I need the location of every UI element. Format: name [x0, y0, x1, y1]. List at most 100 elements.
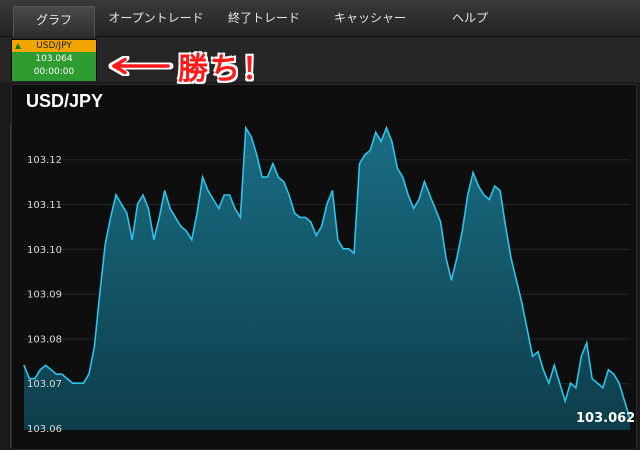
price-point — [342, 248, 344, 250]
price-point — [223, 194, 225, 196]
price-point — [423, 181, 425, 183]
price-point — [110, 216, 112, 218]
y-tick-label: 103.07 — [27, 379, 62, 390]
price-point — [39, 369, 41, 371]
price-point — [34, 378, 36, 380]
price-point — [28, 378, 30, 380]
price-point — [348, 248, 350, 250]
price-point — [369, 149, 371, 151]
y-tick-label: 103.06 — [27, 424, 62, 435]
y-tick-label: 103.09 — [27, 290, 62, 301]
price-point — [375, 131, 377, 133]
price-point — [575, 387, 577, 389]
price-point — [472, 172, 474, 174]
price-point — [82, 382, 85, 384]
price-point — [158, 216, 160, 218]
price-point — [229, 194, 231, 196]
price-point — [591, 378, 593, 380]
price-point — [445, 257, 447, 259]
price-point — [580, 355, 582, 357]
price-point — [569, 382, 572, 384]
price-point — [66, 378, 68, 380]
price-point — [104, 243, 106, 245]
price-point — [212, 198, 214, 201]
price-point — [272, 163, 274, 165]
price-point — [542, 369, 545, 371]
price-point — [304, 216, 306, 218]
price-point — [315, 234, 317, 236]
y-tick-label: 103.10 — [27, 245, 62, 256]
price-point — [548, 382, 550, 384]
price-point — [72, 382, 74, 384]
price-point — [467, 194, 469, 196]
price-point — [277, 176, 279, 178]
price-point — [245, 127, 247, 129]
price-point — [239, 216, 241, 218]
last-price-label: 103.062 — [576, 411, 635, 426]
price-point — [185, 230, 187, 232]
price-point — [88, 373, 90, 375]
price-point — [61, 373, 63, 375]
y-tick-label: 103.11 — [27, 200, 62, 211]
price-point — [77, 382, 79, 384]
price-point — [515, 279, 518, 281]
price-point — [456, 257, 458, 259]
price-point — [153, 239, 155, 241]
price-point — [537, 351, 539, 353]
price-point — [234, 207, 236, 210]
price-point — [596, 382, 599, 384]
price-point — [164, 190, 166, 192]
price-point — [380, 140, 382, 142]
price-point — [353, 252, 355, 254]
price-chart[interactable]: 103.12 103.11 103.10 103.09 103.08 103.07 103.… — [0, 0, 640, 448]
price-point — [602, 387, 604, 389]
price-point — [505, 225, 507, 227]
price-point — [337, 239, 339, 241]
price-point — [532, 355, 534, 357]
price-point — [115, 194, 117, 196]
price-point — [499, 190, 501, 192]
price-point — [358, 163, 361, 165]
price-point — [55, 373, 58, 375]
price-point — [396, 167, 398, 169]
price-point — [510, 257, 512, 259]
price-point — [126, 212, 128, 214]
price-point — [261, 176, 263, 178]
price-point — [586, 342, 588, 344]
price-point — [180, 225, 182, 227]
price-point — [429, 194, 431, 196]
price-point — [120, 203, 122, 205]
price-point — [413, 207, 415, 210]
price-point — [299, 216, 301, 218]
price-point — [142, 194, 144, 196]
price-point — [191, 239, 193, 241]
price-point — [407, 194, 409, 196]
price-point — [613, 373, 615, 375]
price-point — [137, 203, 139, 205]
price-point — [526, 328, 528, 330]
price-point — [385, 127, 388, 129]
price-point — [93, 346, 95, 348]
price-point — [402, 176, 404, 178]
price-area — [24, 127, 630, 431]
price-point — [131, 239, 133, 241]
price-point — [174, 216, 177, 218]
price-point — [202, 176, 204, 178]
price-point — [310, 221, 312, 223]
price-point — [288, 194, 290, 196]
y-tick-label: 103.08 — [27, 334, 62, 345]
price-point — [418, 198, 420, 201]
y-tick-label: 103.12 — [27, 155, 62, 166]
price-point — [321, 225, 323, 227]
price-point — [364, 154, 366, 156]
price-point — [218, 207, 220, 210]
price-point — [250, 136, 252, 138]
price-point — [521, 302, 523, 304]
price-point — [293, 212, 296, 214]
price-point — [440, 221, 442, 223]
price-point — [331, 190, 333, 192]
price-point — [553, 364, 555, 366]
price-point — [169, 207, 171, 210]
price-point — [147, 207, 149, 210]
price-point — [488, 198, 490, 201]
